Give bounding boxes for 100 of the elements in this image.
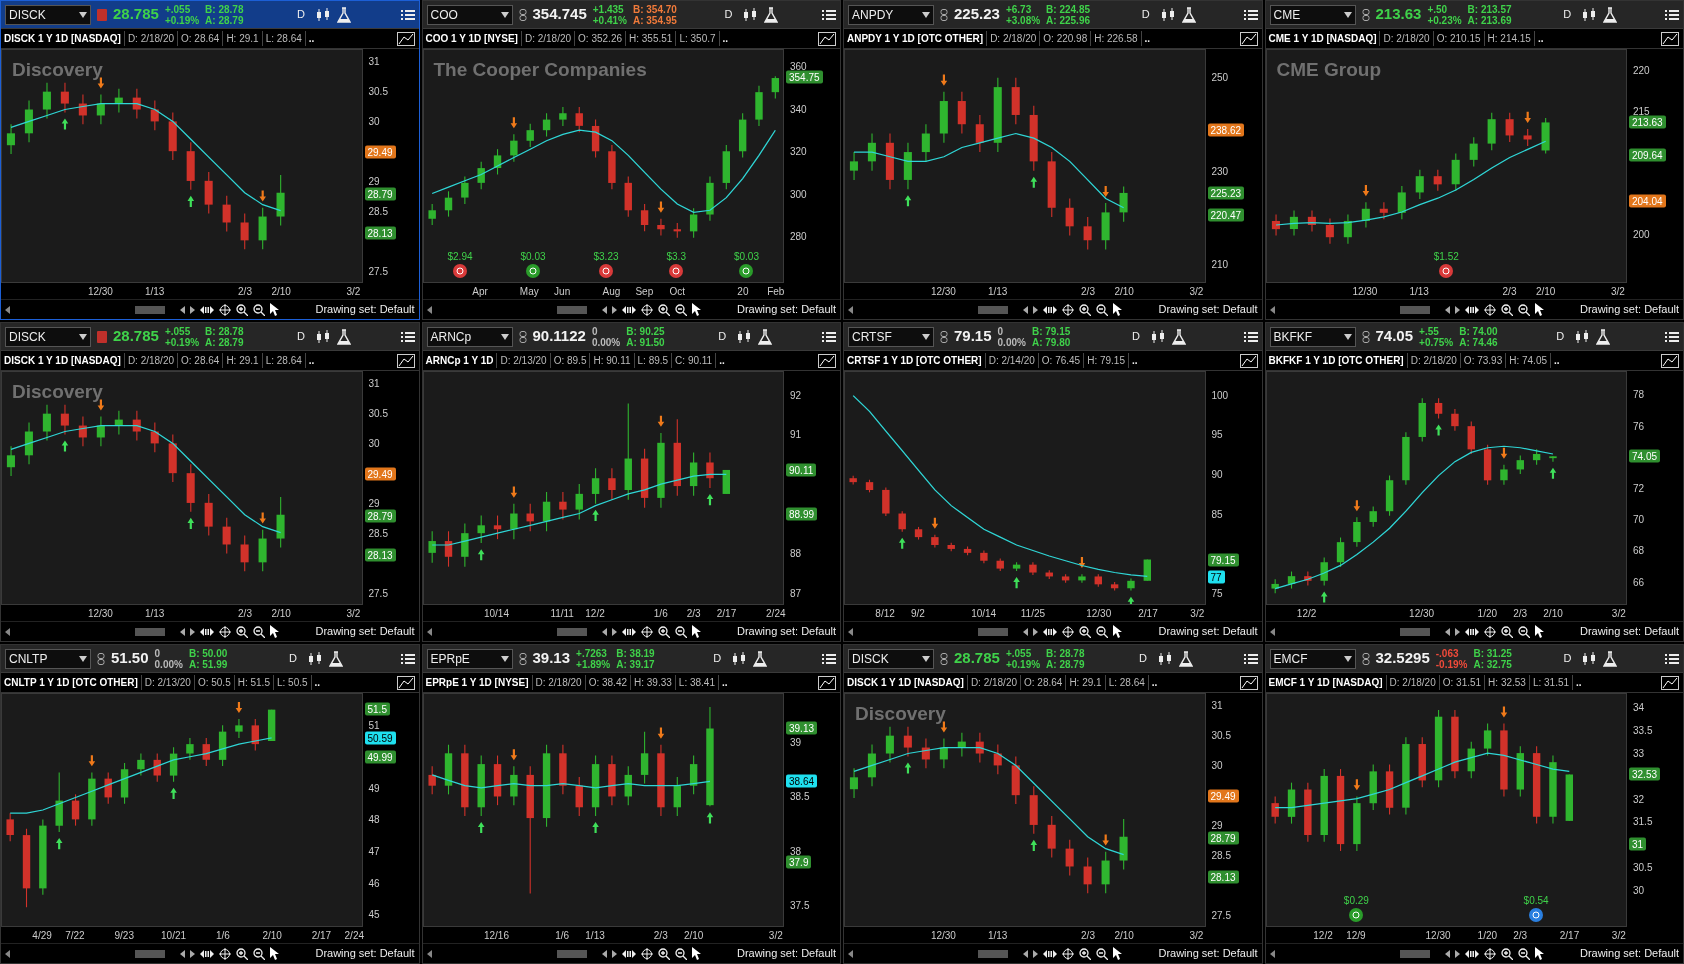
quote-stat: O: 38.42: [585, 675, 631, 690]
period-button[interactable]: D: [709, 650, 726, 667]
last-price: 74.05: [1375, 326, 1414, 347]
symbol-dropdown[interactable]: DISCK: [848, 648, 934, 669]
percent-change: 0.00%: [997, 336, 1026, 348]
quote-stat: O: 28.64: [1021, 675, 1067, 690]
price-tick: 87: [790, 586, 802, 601]
drawing-set-label[interactable]: Drawing set: Default: [736, 623, 836, 640]
symbol-dropdown[interactable]: CME: [1269, 4, 1356, 25]
ask-price: A: 354.95: [632, 14, 677, 26]
date-tick: 12/30: [1409, 607, 1435, 621]
symbol-dropdown[interactable]: CRTSF: [848, 326, 934, 347]
drawing-set-label[interactable]: Drawing set: Default: [1158, 301, 1258, 318]
date-tick: 10/14: [971, 607, 997, 621]
period-button[interactable]: D: [714, 328, 731, 345]
period-button[interactable]: D: [1135, 650, 1151, 667]
date-tick: 2/10: [683, 929, 704, 943]
quote-stat: H: 74.05: [1506, 353, 1552, 368]
date-tick: Oct: [669, 285, 685, 299]
date-tick: 1/20: [1477, 929, 1498, 943]
price-tick: 28.5: [1211, 848, 1231, 863]
drawing-set-label[interactable]: Drawing set: Default: [315, 623, 415, 640]
date-tick: 12/2: [1296, 607, 1317, 621]
price-tick: 100: [1211, 388, 1229, 403]
drawing-set-label[interactable]: Drawing set: Default: [1579, 623, 1679, 640]
period-button[interactable]: D: [1552, 328, 1569, 345]
period-button[interactable]: D: [1127, 328, 1144, 345]
price-badge: 39.13: [786, 721, 818, 735]
quote-stat: D: 2/13/20: [141, 675, 195, 690]
price-tick: 27.5: [368, 264, 388, 279]
price-tick: 31: [368, 54, 380, 69]
symbol-dropdown[interactable]: COO: [426, 4, 513, 25]
more-indicator: ..: [721, 32, 730, 46]
price-badge: 354.75: [786, 70, 823, 84]
symbol-dropdown[interactable]: EPRpE: [426, 648, 513, 669]
period-button[interactable]: D: [284, 650, 301, 667]
event-amount: $0.03: [733, 250, 759, 264]
price-badge: 28.13: [364, 226, 396, 240]
drawing-set-label[interactable]: Drawing set: Default: [1579, 301, 1679, 318]
symbol-dropdown[interactable]: EMCF: [1269, 648, 1356, 669]
bid-price: B: 79.15: [1031, 325, 1071, 337]
date-tick: 12/9: [1346, 929, 1366, 943]
period-button[interactable]: D: [1559, 6, 1576, 23]
price-badge: 28.13: [364, 548, 396, 562]
percent-change: -0.19%: [1435, 658, 1468, 670]
price-tick: 28.5: [368, 204, 388, 219]
price-tick: 30.5: [1211, 728, 1231, 743]
symbol-dropdown[interactable]: ANPDY: [848, 4, 934, 25]
price-tick: 250: [1211, 70, 1229, 85]
ask-price: A: 91.50: [626, 336, 665, 348]
percent-change: 0.00%: [154, 658, 183, 670]
more-indicator: ..: [721, 676, 729, 690]
bid-price: B: 31.25: [1473, 647, 1512, 659]
quote-stat: H: 29.1: [1066, 675, 1106, 690]
date-tick: Sep: [635, 285, 654, 299]
date-tick: Apr: [472, 285, 488, 299]
symbol-dropdown[interactable]: BKFKF: [1269, 326, 1356, 347]
drawing-set-label[interactable]: Drawing set: Default: [1158, 623, 1258, 640]
date-tick: 8/12: [875, 607, 895, 621]
symbol-dropdown[interactable]: CNLTP: [5, 648, 91, 669]
date-tick: 12/30: [930, 929, 956, 943]
period-button[interactable]: D: [293, 6, 309, 23]
date-tick: 2/17: [1138, 607, 1158, 621]
price-badge: 29.49: [1207, 789, 1239, 803]
ask-price: A: 32.75: [1473, 658, 1512, 670]
period-button[interactable]: D: [1559, 650, 1576, 667]
date-tick: 12/30: [87, 607, 113, 621]
ask-price: A: 213.69: [1467, 14, 1512, 26]
last-price: 225.23: [954, 4, 1000, 25]
price-tick: 91: [790, 427, 802, 442]
drawing-set-label[interactable]: Drawing set: Default: [1579, 945, 1679, 962]
symbol-dropdown[interactable]: DISCK: [5, 4, 91, 25]
drawing-set-label[interactable]: Drawing set: Default: [315, 301, 415, 318]
symbol-dropdown[interactable]: DISCK: [5, 326, 91, 347]
quote-stat: D: 2/18/20: [124, 353, 179, 368]
event-amount: $0.54: [1523, 894, 1549, 908]
price-tick: 30.5: [1633, 860, 1653, 875]
net-change: +.055: [1005, 647, 1033, 659]
quote-stat: L: 31.51: [1529, 675, 1574, 690]
period-button[interactable]: D: [720, 6, 737, 23]
price-tick: 29: [368, 496, 380, 511]
symbol-dropdown[interactable]: ARNCp: [426, 326, 513, 347]
quote-stat: D: 2/18/20: [987, 31, 1041, 46]
price-badge: 29.49: [364, 467, 396, 481]
drawing-set-label[interactable]: Drawing set: Default: [1158, 945, 1258, 962]
drawing-set-label[interactable]: Drawing set: Default: [315, 945, 415, 962]
period-button[interactable]: D: [1137, 6, 1154, 23]
price-tick: 34: [1633, 700, 1645, 715]
date-tick: 12/30: [1352, 285, 1378, 299]
quote-stat: H: 214.15: [1484, 31, 1535, 46]
event-amount: $1.52: [1433, 250, 1459, 264]
bid-price: B: 74.00: [1459, 325, 1498, 337]
drawing-set-label[interactable]: Drawing set: Default: [736, 301, 836, 318]
net-change: +.55: [1419, 325, 1440, 337]
percent-change: +3.08%: [1005, 14, 1041, 26]
company-logo: Discovery: [12, 58, 103, 82]
drawing-set-label[interactable]: Drawing set: Default: [736, 945, 836, 962]
percent-change: +0.19%: [1005, 658, 1041, 670]
net-change: +.055: [164, 325, 192, 337]
period-button[interactable]: D: [293, 328, 309, 345]
